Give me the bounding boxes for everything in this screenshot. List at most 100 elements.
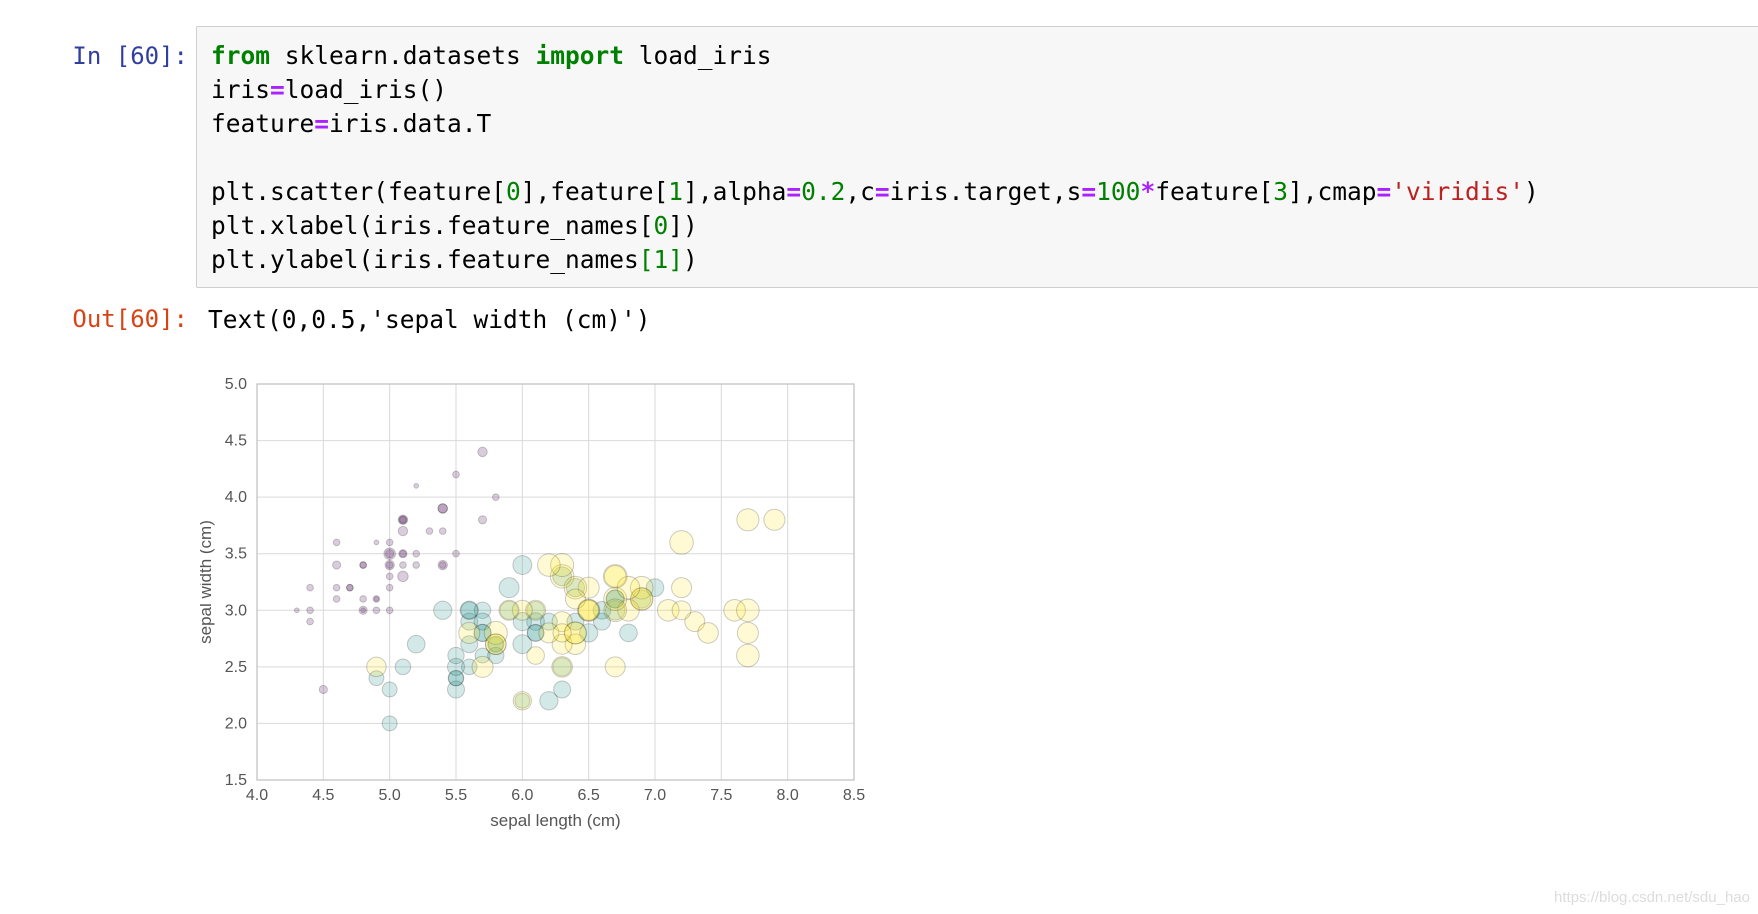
x-tick-labels: 4.0 4.5 5.0 5.5 6.0 6.5 7.0 7.5 8.0 8.5 — [246, 787, 865, 804]
code-cell[interactable]: from sklearn.datasets import load_iris ir… — [196, 26, 1758, 288]
code-token: iris — [211, 75, 271, 104]
scatter-point — [359, 595, 367, 603]
x-tick-label: 6.5 — [578, 787, 600, 804]
code-token: = — [314, 109, 330, 138]
y-tick-labels: 1.5 2.0 2.5 3.0 3.5 4.0 4.5 5.0 — [225, 376, 247, 789]
y-tick-label: 4.5 — [225, 433, 247, 450]
x-tick-label: 6.0 — [511, 787, 533, 804]
scatter-point — [372, 606, 381, 615]
scatter-point — [447, 646, 465, 665]
code-token: ],alpha — [683, 177, 787, 206]
code-token: = — [786, 177, 802, 206]
scatter-point — [306, 606, 314, 615]
code-token: plt.scatter(feature[ — [211, 177, 507, 206]
scatter-point — [458, 621, 481, 644]
scatter-point — [381, 681, 398, 698]
scatter-point — [537, 553, 561, 577]
scatter-point — [332, 595, 341, 603]
scatter-point — [577, 599, 600, 622]
scatter-point — [381, 715, 398, 732]
code-token: = — [270, 75, 285, 104]
scatter-point — [736, 643, 760, 668]
scatter-point — [736, 508, 760, 532]
code-token: 0 — [653, 211, 669, 240]
scatter-point — [373, 539, 380, 546]
code-line: feature=iris.data.T — [211, 107, 1758, 141]
y-tick-label: 3.5 — [225, 546, 247, 563]
code-line: from sklearn.datasets import load_iris — [211, 39, 1758, 73]
scatter-point — [433, 600, 453, 620]
code-line: ​ — [211, 141, 1758, 175]
code-token: ],cmap — [1287, 177, 1377, 206]
code-token: 0.2 — [801, 177, 846, 206]
code-token: from — [211, 41, 271, 70]
scatter-point — [383, 547, 396, 560]
scatter-point — [602, 564, 628, 589]
scatter-point — [491, 493, 500, 501]
x-tick-label: 7.0 — [644, 787, 666, 804]
scatter-point — [385, 538, 394, 547]
code-line: plt.xlabel(iris.feature_names[0]) — [211, 209, 1758, 243]
scatter-point — [406, 634, 426, 654]
code-token: 100 — [1096, 177, 1141, 206]
code-token: feature — [211, 109, 315, 138]
x-axis-label: sepal length (cm) — [490, 811, 620, 830]
scatter-point — [346, 583, 354, 592]
scatter-point — [412, 561, 421, 569]
scatter-point — [669, 530, 694, 555]
scatter-point — [551, 656, 573, 678]
scatter-point — [306, 583, 314, 592]
scatter-point — [332, 538, 341, 547]
x-tick-label: 5.0 — [379, 787, 401, 804]
code-token: 'viridis' — [1391, 177, 1525, 206]
y-tick-label: 1.5 — [225, 772, 247, 789]
scatter-point — [736, 621, 759, 644]
y-tick-label: 2.0 — [225, 715, 247, 732]
scatter-point — [438, 527, 447, 535]
scatter-point — [477, 515, 488, 525]
scatter-point — [498, 599, 520, 621]
scatter-point — [398, 549, 408, 559]
code-token: load_iris — [624, 41, 772, 70]
input-prompt: In [60]: — [72, 42, 188, 70]
code-token: ]) — [668, 211, 698, 240]
x-tick-label: 5.5 — [445, 787, 467, 804]
watermark-text: https://blog.csdn.net/sdu_hao — [1554, 889, 1750, 906]
y-tick-label: 2.5 — [225, 659, 247, 676]
code-token: 1 — [668, 177, 684, 206]
x-tick-label: 7.5 — [710, 787, 732, 804]
scatter-point — [512, 555, 533, 575]
y-tick-label: 4.0 — [225, 489, 247, 506]
code-token: 0 — [506, 177, 521, 206]
scatter-point — [485, 633, 507, 655]
scatter-point — [552, 623, 572, 643]
code-token: load_iris() — [284, 75, 448, 104]
code-token: iris.target,s — [889, 177, 1082, 206]
code-token: = — [874, 177, 890, 206]
code-token: = — [1081, 177, 1097, 206]
scatter-point — [394, 658, 412, 676]
x-tick-label: 8.5 — [843, 787, 865, 804]
scatter-point — [372, 595, 381, 603]
scatter-point — [384, 559, 395, 571]
scatter-point — [437, 503, 448, 514]
code-token: ) — [1524, 177, 1539, 206]
scatter-point — [553, 680, 572, 699]
code-token: feature[ — [1155, 177, 1274, 206]
code-token: plt.xlabel(iris.feature_names[ — [211, 211, 654, 240]
code-token: sklearn.datasets — [270, 41, 536, 70]
scatter-point — [452, 470, 460, 479]
scatter-point — [437, 559, 448, 571]
x-tick-label: 8.0 — [777, 787, 799, 804]
scatter-point — [512, 691, 532, 711]
scatter-point — [477, 446, 488, 458]
code-token: 3 — [1273, 177, 1288, 206]
code-editor[interactable]: from sklearn.datasets import load_iris ir… — [211, 39, 1758, 277]
scatter-point — [385, 583, 394, 592]
code-token: import — [535, 41, 625, 70]
scatter-points — [293, 446, 786, 732]
scatter-point — [526, 646, 545, 665]
scatter-point — [671, 577, 693, 599]
scatter-point — [359, 561, 367, 569]
scatter-point — [332, 560, 342, 570]
